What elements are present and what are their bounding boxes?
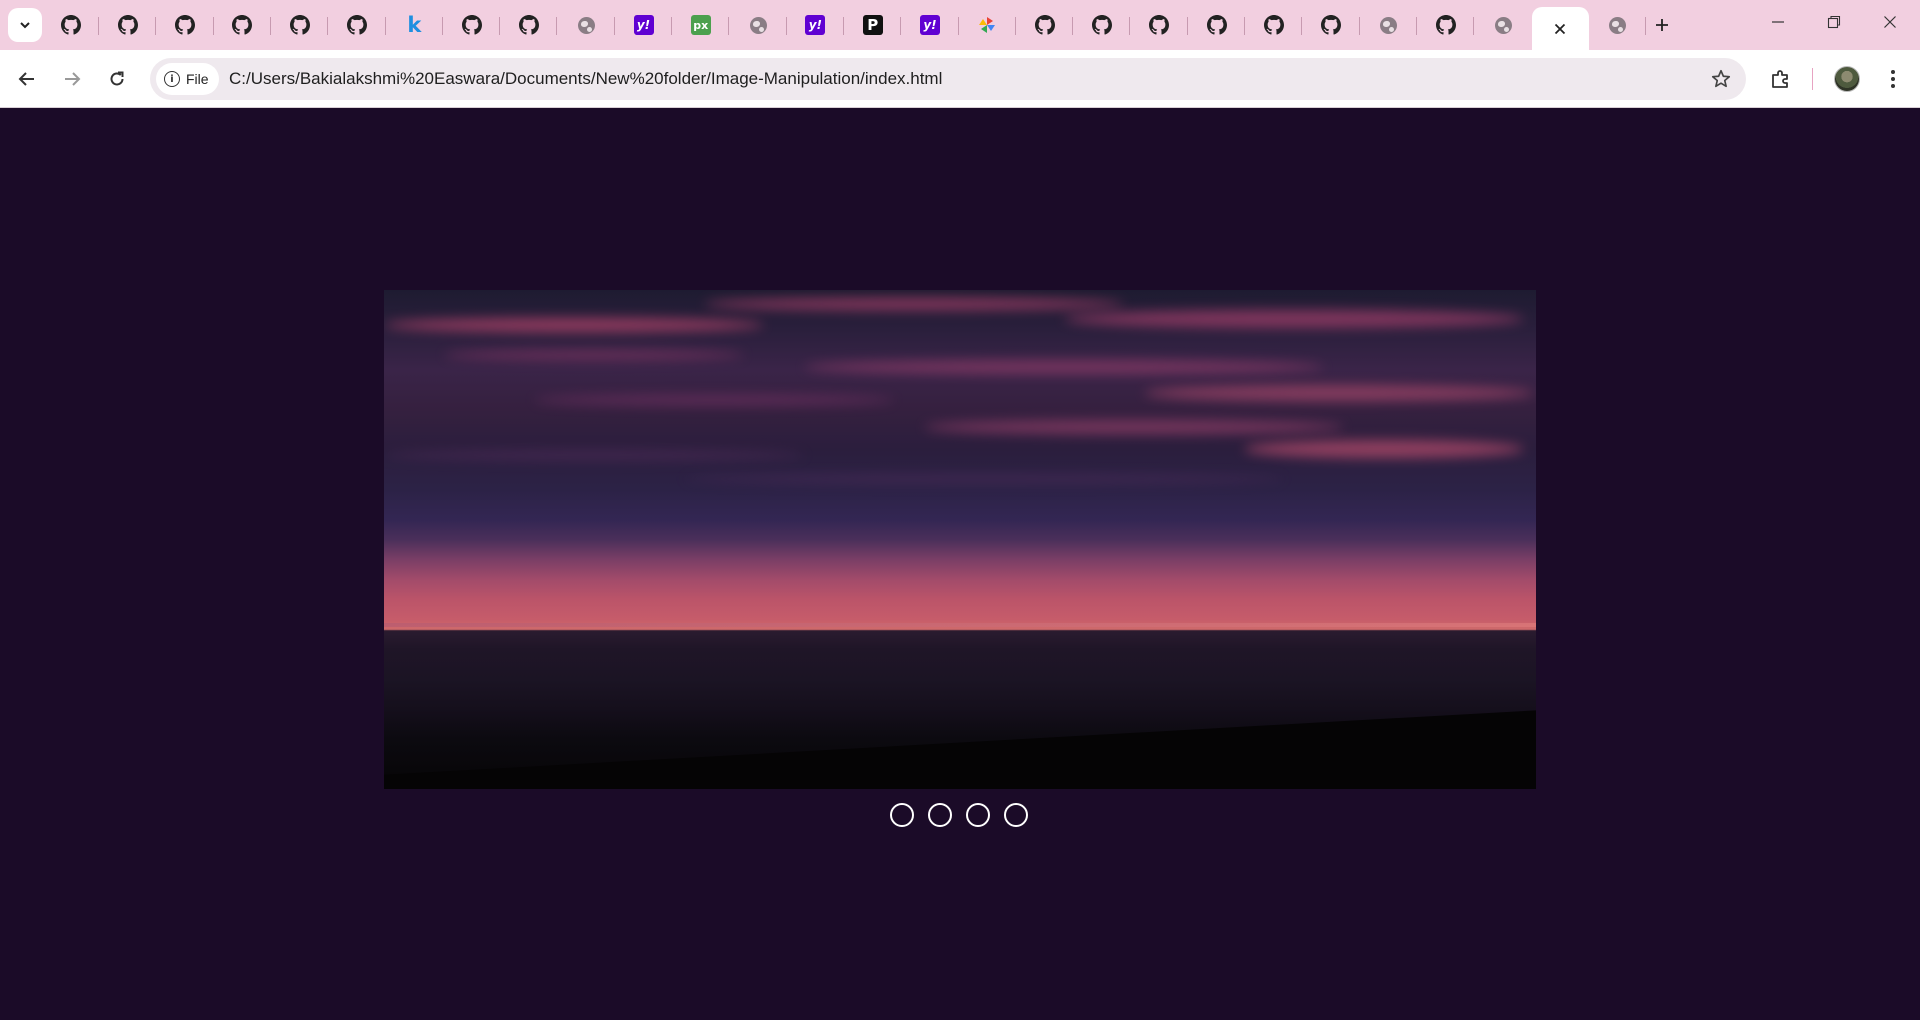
tab[interactable]: k: [386, 7, 443, 43]
bookmark-star-icon[interactable]: [1710, 68, 1732, 90]
yahoo-icon: y!: [633, 15, 654, 35]
tab[interactable]: [1016, 7, 1074, 43]
globe-icon: [1608, 15, 1628, 35]
tab[interactable]: [1245, 7, 1303, 43]
tab[interactable]: [42, 7, 99, 43]
reload-button[interactable]: [101, 63, 133, 95]
px-icon: px: [690, 15, 711, 35]
forward-button[interactable]: [56, 63, 88, 95]
back-button[interactable]: [11, 63, 43, 95]
url-text[interactable]: C:/Users/Bakialakshmi%20Easwara/Document…: [229, 58, 942, 100]
github-icon: [1091, 15, 1112, 35]
github-icon: [289, 15, 310, 35]
github-icon: [232, 15, 253, 35]
extensions-button[interactable]: [1765, 63, 1797, 95]
yahoo-icon: y!: [805, 15, 826, 35]
tab[interactable]: [1131, 7, 1188, 43]
tab[interactable]: [500, 7, 558, 43]
tab[interactable]: [558, 7, 615, 43]
p-icon: P: [862, 15, 883, 35]
tab-active[interactable]: [1531, 7, 1589, 50]
arrow-left-icon: [18, 72, 34, 86]
close-icon: [1884, 16, 1896, 28]
tab[interactable]: [730, 7, 787, 43]
github-icon: [347, 15, 367, 35]
slide-dot-1[interactable]: [890, 803, 914, 827]
github-icon: [175, 15, 196, 35]
site-info-label: File: [186, 71, 209, 87]
k-icon: k: [407, 13, 422, 37]
slide-dot-2[interactable]: [928, 803, 952, 827]
chevron-down-icon: [20, 22, 30, 29]
tab[interactable]: [1417, 7, 1475, 43]
menu-button[interactable]: [1877, 63, 1909, 95]
arrow-right-icon: [65, 72, 81, 86]
tab[interactable]: [157, 7, 214, 43]
github-icon: [117, 15, 138, 35]
tab[interactable]: [1073, 7, 1131, 43]
github-icon: [518, 15, 539, 35]
tab-strip: k y! px y! Py!: [0, 0, 1920, 50]
profile-button[interactable]: [1831, 63, 1863, 95]
avatar: [1834, 66, 1860, 92]
github-icon: [60, 15, 81, 35]
pinwheel-icon: [977, 15, 997, 35]
slide-dot-4[interactable]: [1004, 803, 1028, 827]
new-tab-button[interactable]: [1648, 11, 1676, 39]
info-icon: i: [164, 71, 180, 87]
slide-dot-3[interactable]: [966, 803, 990, 827]
close-icon[interactable]: [1550, 19, 1570, 39]
tab[interactable]: y!: [787, 7, 844, 43]
tab[interactable]: y!: [902, 7, 959, 43]
github-icon: [1263, 15, 1284, 35]
page-body: [0, 109, 1920, 1020]
reload-icon: [110, 71, 124, 86]
tab[interactable]: [1589, 7, 1647, 43]
restore-button[interactable]: [1806, 0, 1862, 44]
toolbar-divider: [1812, 68, 1813, 90]
github-icon: [1321, 15, 1342, 35]
browser-toolbar: i File C:/Users/Bakialakshmi%20Easwara/D…: [0, 50, 1920, 108]
globe-icon: [576, 15, 596, 35]
github-icon: [1149, 15, 1170, 35]
close-window-button[interactable]: [1862, 0, 1918, 44]
tab-search-button[interactable]: [8, 8, 42, 42]
github-icon: [461, 15, 482, 35]
plus-icon: [1656, 19, 1668, 31]
beach-shadow: [384, 709, 1536, 789]
puzzle-icon: [1772, 70, 1788, 88]
github-icon: [1206, 15, 1227, 35]
address-bar[interactable]: i File C:/Users/Bakialakshmi%20Easwara/D…: [150, 58, 1746, 100]
yahoo-icon: y!: [920, 15, 940, 35]
globe-icon: [1378, 15, 1398, 35]
tab[interactable]: px: [672, 7, 730, 43]
tab[interactable]: [99, 7, 157, 43]
tab[interactable]: P: [844, 7, 902, 43]
tab[interactable]: [1188, 7, 1245, 43]
tab[interactable]: [1475, 7, 1532, 43]
tab[interactable]: [443, 7, 501, 43]
minimize-button[interactable]: [1750, 0, 1806, 44]
globe-icon: [1493, 15, 1513, 35]
tab[interactable]: [214, 7, 271, 43]
minimize-icon: [1772, 21, 1784, 23]
github-icon: [1435, 15, 1456, 35]
slideshow-dots: [890, 803, 1028, 827]
horizon-line: [384, 623, 1536, 627]
tab-separator: [1645, 17, 1647, 35]
tab[interactable]: y!: [615, 7, 672, 43]
site-info-chip[interactable]: i File: [156, 63, 219, 95]
tab[interactable]: [1303, 7, 1360, 43]
restore-icon: [1827, 15, 1841, 29]
github-icon: [1034, 15, 1055, 35]
globe-icon: [748, 15, 768, 35]
kebab-menu-icon: [1891, 70, 1895, 88]
tab[interactable]: [271, 7, 329, 43]
tab[interactable]: [329, 7, 386, 43]
slideshow-image: [384, 290, 1536, 789]
tab[interactable]: [959, 7, 1016, 43]
tab[interactable]: [1360, 7, 1417, 43]
